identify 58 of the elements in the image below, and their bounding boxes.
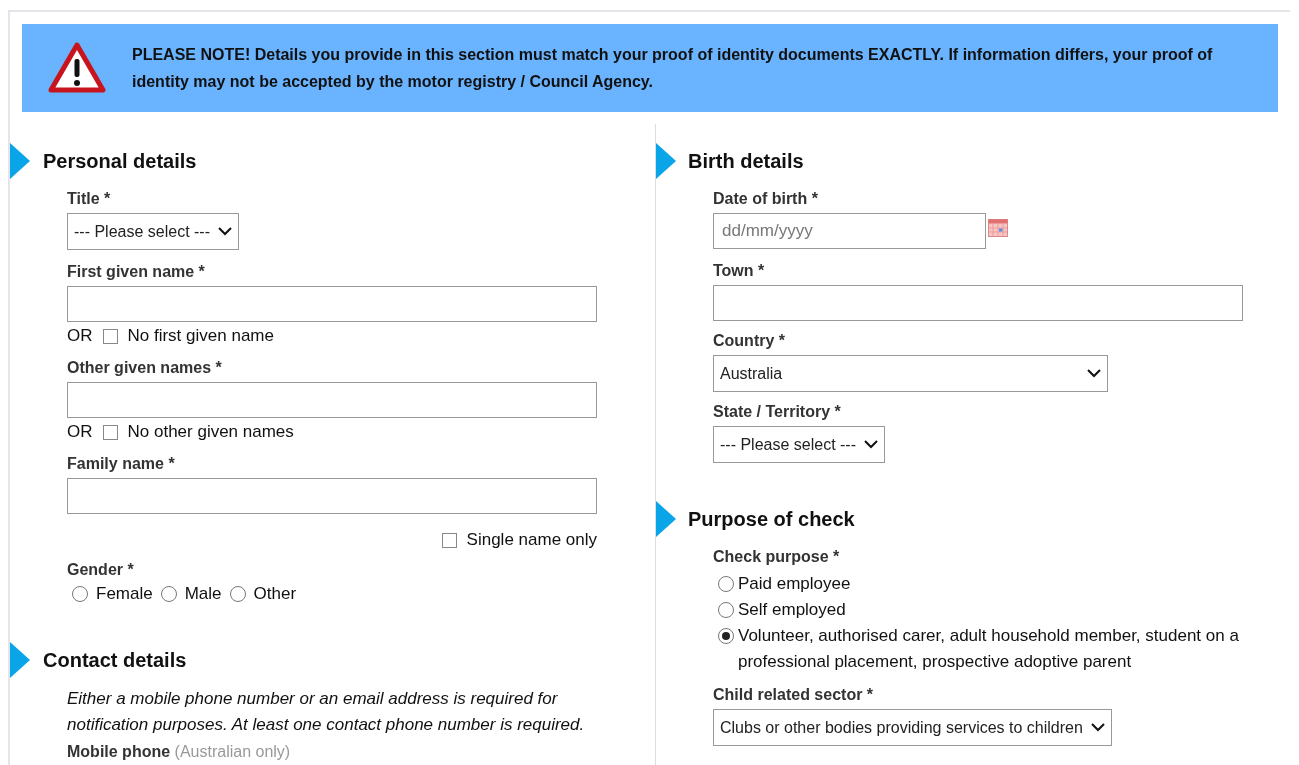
calendar-icon[interactable] xyxy=(988,219,1008,237)
radio-label[interactable]: Female xyxy=(96,584,153,604)
checkbox[interactable] xyxy=(441,532,457,548)
field-label: Town * xyxy=(713,261,766,281)
radio-label[interactable]: Volunteer, authorised carer, adult household member, student on a professional placement, prospective adoptive parent xyxy=(738,623,1273,675)
dropdown[interactable]: --- Please select --- xyxy=(67,213,240,250)
checkbox[interactable] xyxy=(102,424,118,440)
instruction-text: Either a mobile phone number or an email address is required for notification purposes. At least one contact phone number is required. xyxy=(67,688,586,736)
notice-text: PLEASE NOTE! Details you provide in this section must match your proof of identity documents EXACTLY. If information differs, your proof of identity may not be accepted by the motor registry / Council Agency. xyxy=(132,45,1214,92)
section-marker-icon xyxy=(656,501,676,537)
checkbox-label[interactable]: No first given name xyxy=(127,326,274,346)
checkbox-label[interactable]: Single name only xyxy=(466,530,597,550)
section-heading: Purpose of check xyxy=(688,507,855,532)
radio-button[interactable] xyxy=(160,586,177,602)
field-label: Country * xyxy=(713,331,786,351)
section-marker-icon xyxy=(656,143,676,179)
text-field[interactable] xyxy=(67,382,597,418)
field-label: First given name * xyxy=(67,262,206,282)
section-marker-icon xyxy=(10,642,30,678)
radio-button[interactable] xyxy=(718,576,734,592)
text-field[interactable] xyxy=(67,286,597,322)
field-label: Gender * xyxy=(67,560,135,580)
field-label: Check purpose * xyxy=(713,547,841,567)
radio-label[interactable]: Paid employee xyxy=(738,571,851,597)
chevron-down-icon xyxy=(1087,369,1101,378)
field-label: Mobile phone xyxy=(67,743,171,760)
section-heading: Personal details xyxy=(43,149,197,174)
dropdown[interactable]: Australia xyxy=(713,355,1108,392)
field-label: Child related sector * xyxy=(713,685,875,705)
chevron-down-icon xyxy=(218,227,233,236)
field-label: Date of birth * xyxy=(713,189,819,209)
radio-button[interactable] xyxy=(718,602,734,618)
field-label: Other given names * xyxy=(67,358,223,378)
section-heading: Birth details xyxy=(688,149,804,174)
section-marker-icon xyxy=(10,143,30,179)
checkbox[interactable] xyxy=(102,328,118,344)
text-field[interactable] xyxy=(713,285,1243,321)
field-label: State / Territory * xyxy=(713,402,842,422)
field-label: Title * xyxy=(67,189,112,209)
checkbox-label[interactable]: No other given names xyxy=(127,422,294,442)
field-hint: (Australian only) xyxy=(174,743,291,760)
chevron-down-icon xyxy=(864,440,879,449)
radio-button[interactable] xyxy=(229,586,246,602)
or-text: OR xyxy=(67,326,93,346)
radio-button[interactable] xyxy=(72,586,88,602)
radio-label[interactable]: Male xyxy=(184,584,222,604)
text-field[interactable] xyxy=(67,478,597,514)
field-label: Family name * xyxy=(67,454,176,474)
or-text: OR xyxy=(67,422,93,442)
radio-label[interactable]: Other xyxy=(253,584,297,604)
dropdown[interactable]: Clubs or other bodies providing services to children xyxy=(713,709,1112,746)
section-heading: Contact details xyxy=(43,648,187,673)
dropdown[interactable]: --- Please select --- xyxy=(713,426,886,463)
chevron-down-icon xyxy=(1090,723,1105,732)
radio-button[interactable] xyxy=(718,628,734,644)
warning-icon xyxy=(48,42,106,94)
radio-label[interactable]: Self employed xyxy=(738,597,846,623)
date-field[interactable]: dd/mm/yyyy xyxy=(713,213,986,249)
